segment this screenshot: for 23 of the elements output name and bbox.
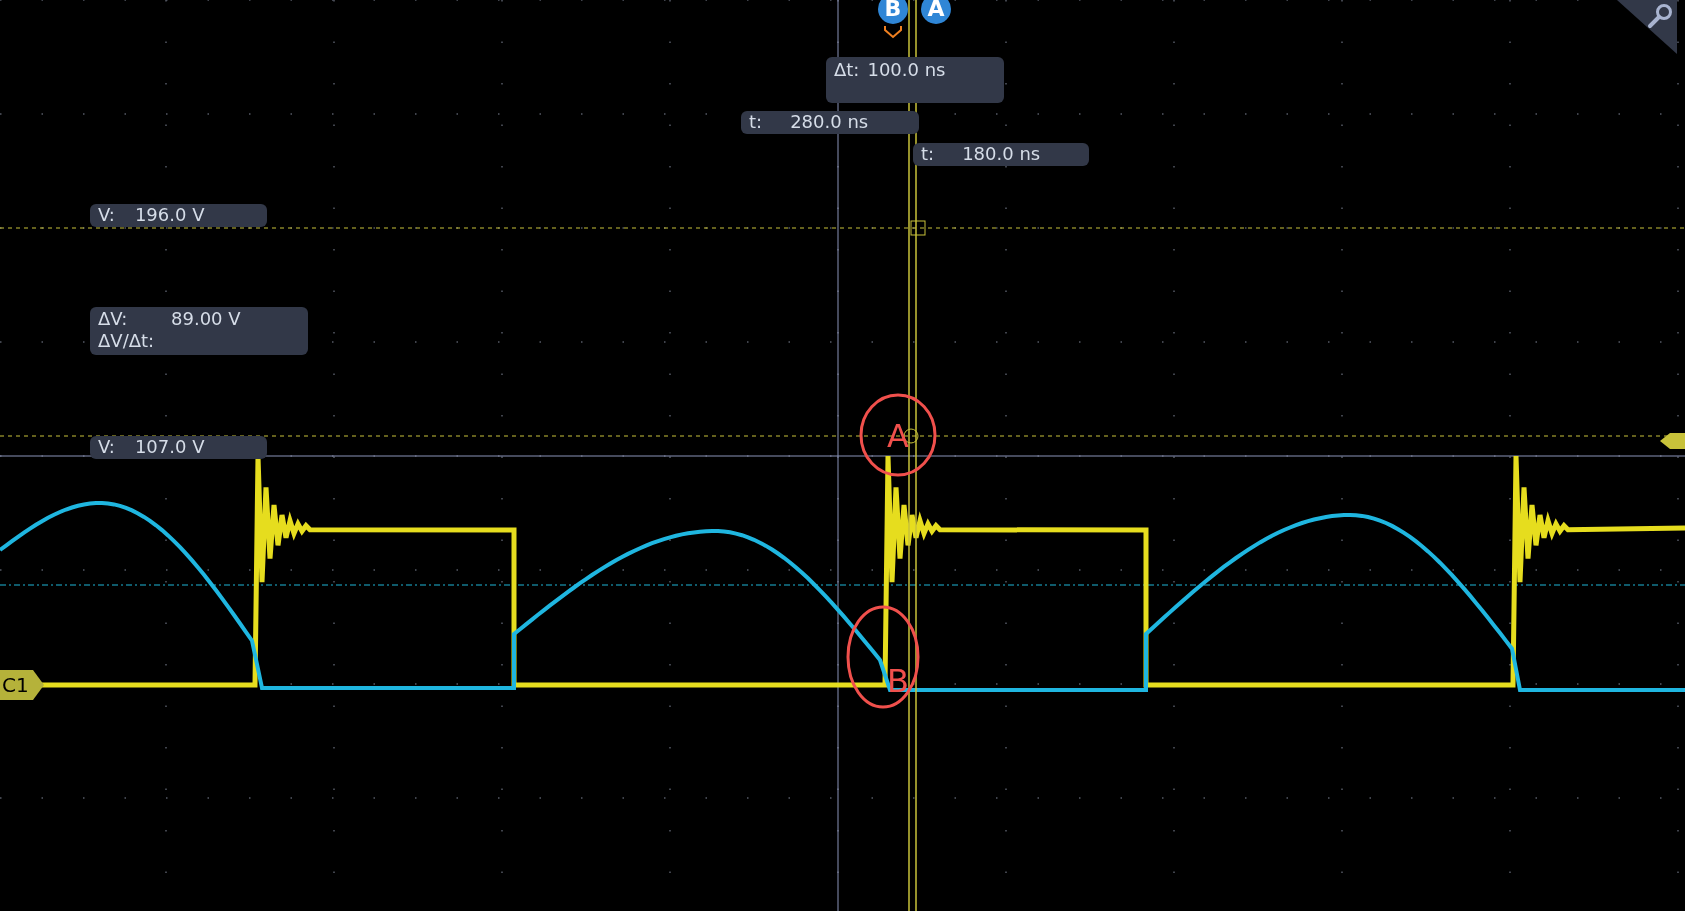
readout-value: 280.0 ns [790,111,869,133]
cursor-marker[interactable]: A [921,0,951,24]
readout-label: Δt: [834,59,860,81]
search-icon [1647,3,1673,29]
readout-label: t: [749,111,763,133]
readout-label: V: [98,204,115,226]
time-cursor-line[interactable] [908,0,910,911]
readout-label: ΔV: [98,308,129,330]
readout-value: 196.0 V [134,204,205,226]
trigger-position-icon[interactable] [884,25,902,39]
cursor-crosshair-icon [910,220,926,236]
readout-value: 100.0 ns [867,59,946,81]
readout-label: V: [98,436,115,458]
trigger-level-icon[interactable] [1660,433,1685,449]
cursor-marker[interactable]: B [878,0,908,24]
channel-badge[interactable]: C1 [0,670,44,700]
readout-label: ΔV/Δt: [98,330,156,352]
readout-value: 180.0 ns [962,143,1041,165]
readout-value: 107.0 V [134,436,205,458]
readout-label: t: [921,143,935,165]
voltage-cursor-line[interactable] [0,227,1685,229]
readout-value: 89.00 V [171,308,241,330]
time-cursor-line[interactable] [915,0,917,911]
